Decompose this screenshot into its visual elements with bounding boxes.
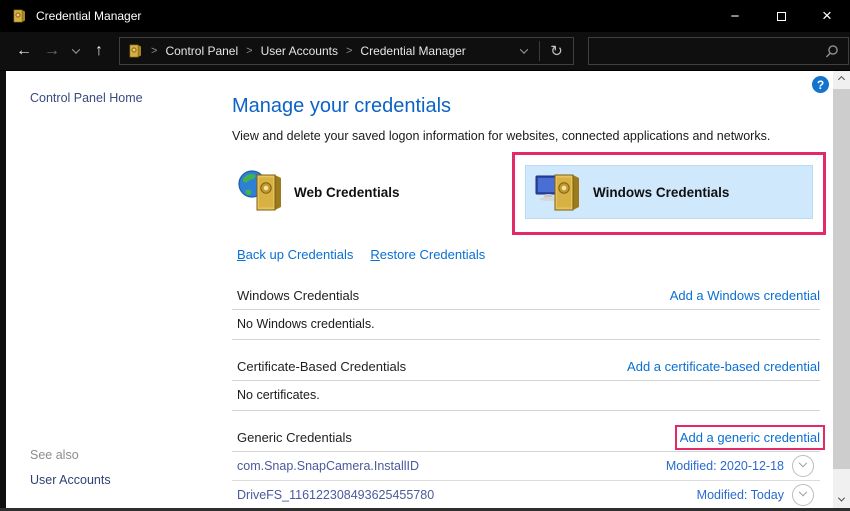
- page-title: Manage your credentials: [232, 95, 820, 118]
- window-controls: − ×: [712, 0, 850, 32]
- credential-modified: Modified: 2020-12-18: [666, 459, 784, 473]
- up-button[interactable]: ↑: [86, 42, 112, 60]
- sidebar-item-control-panel-home[interactable]: Control Panel Home: [30, 91, 143, 105]
- maximize-button[interactable]: [758, 0, 804, 32]
- windows-credentials-tile[interactable]: Windows Credentials: [525, 165, 813, 219]
- section-header: Generic Credentials: [237, 430, 352, 445]
- section-generic-credentials: Generic Credentials Add a generic creden…: [232, 430, 820, 510]
- credential-name: com.Snap.SnapCamera.InstallID: [237, 459, 419, 473]
- breadcrumb-separator: >: [151, 45, 157, 57]
- page-description: View and delete your saved logon informa…: [232, 129, 820, 143]
- back-button[interactable]: ←: [10, 42, 38, 60]
- main-panel: Manage your credentials View and delete …: [232, 71, 820, 510]
- empty-message: No Windows credentials.: [232, 310, 820, 340]
- search-icon: [825, 44, 839, 58]
- title-bar: Credential Manager − ×: [0, 0, 850, 32]
- refresh-button[interactable]: ↻: [540, 42, 573, 60]
- address-bar[interactable]: > Control Panel > User Accounts > Creden…: [119, 37, 574, 65]
- chevron-down-icon: [799, 488, 807, 496]
- section-header: Windows Credentials: [237, 288, 359, 303]
- scrollbar-thumb[interactable]: [833, 89, 850, 469]
- window-left-border: [0, 71, 6, 511]
- annotation-box-windows-credentials: Windows Credentials: [512, 152, 826, 235]
- credential-modified: Modified: Today: [697, 488, 784, 502]
- content-area: ? Control Panel Home See also User Accou…: [0, 71, 850, 511]
- expand-credential-button[interactable]: [792, 455, 814, 477]
- add-certificate-credential-link[interactable]: Add a certificate-based credential: [627, 359, 820, 374]
- scroll-up-icon[interactable]: [833, 71, 850, 88]
- navigation-bar: ← → ↑ > Control Panel > User Accounts > …: [0, 32, 850, 71]
- sidebar-item-user-accounts[interactable]: User Accounts: [30, 473, 111, 487]
- back-up-credentials-link[interactable]: Back up Credentials: [237, 247, 353, 262]
- recent-locations-dropdown-icon[interactable]: [66, 48, 86, 54]
- credential-name: DriveFS_116122308493625455780: [237, 488, 434, 502]
- credential-type-tiles: Web Credentials: [232, 152, 820, 235]
- window-title: Credential Manager: [36, 9, 141, 23]
- maximize-icon: [777, 12, 786, 21]
- section-header: Certificate-Based Credentials: [237, 359, 406, 374]
- windows-credentials-icon: [535, 168, 583, 216]
- scroll-down-icon[interactable]: [833, 491, 850, 508]
- breadcrumb-separator: >: [346, 45, 352, 57]
- section-windows-credentials: Windows Credentials Add a Windows creden…: [232, 288, 820, 340]
- credential-manager-window: Credential Manager − × ← → ↑ > Control P…: [0, 0, 850, 511]
- web-credentials-label: Web Credentials: [294, 185, 400, 200]
- minimize-button[interactable]: −: [712, 0, 758, 32]
- forward-button[interactable]: →: [38, 42, 66, 60]
- address-dropdown-icon[interactable]: [509, 48, 539, 54]
- backup-restore-links: Back up Credentials Restore Credentials: [237, 247, 820, 262]
- credential-row[interactable]: DriveFS_116122308493625455780 Modified: …: [232, 481, 820, 510]
- vertical-scrollbar[interactable]: [833, 71, 850, 508]
- breadcrumb-credential-manager[interactable]: Credential Manager: [360, 44, 465, 58]
- add-windows-credential-link[interactable]: Add a Windows credential: [670, 288, 820, 303]
- restore-credentials-link[interactable]: Restore Credentials: [370, 247, 485, 262]
- search-box[interactable]: [588, 37, 849, 65]
- web-credentials-tile[interactable]: Web Credentials: [237, 168, 400, 216]
- windows-credentials-label: Windows Credentials: [593, 185, 729, 200]
- breadcrumb-separator: >: [246, 45, 252, 57]
- section-certificate-credentials: Certificate-Based Credentials Add a cert…: [232, 359, 820, 411]
- safe-icon: [11, 8, 27, 24]
- add-generic-credential-link[interactable]: Add a generic credential: [680, 430, 820, 445]
- safe-icon: [127, 43, 143, 59]
- help-button[interactable]: ?: [812, 76, 829, 93]
- search-input[interactable]: [589, 38, 825, 64]
- breadcrumb-control-panel[interactable]: Control Panel: [165, 44, 238, 58]
- empty-message: No certificates.: [232, 381, 820, 411]
- breadcrumb-user-accounts[interactable]: User Accounts: [261, 44, 338, 58]
- see-also-label: See also: [30, 448, 79, 462]
- chevron-down-icon: [799, 459, 807, 467]
- credential-row[interactable]: com.Snap.SnapCamera.InstallID Modified: …: [232, 452, 820, 481]
- expand-credential-button[interactable]: [792, 484, 814, 506]
- close-button[interactable]: ×: [804, 0, 850, 32]
- web-credentials-icon: [237, 168, 285, 216]
